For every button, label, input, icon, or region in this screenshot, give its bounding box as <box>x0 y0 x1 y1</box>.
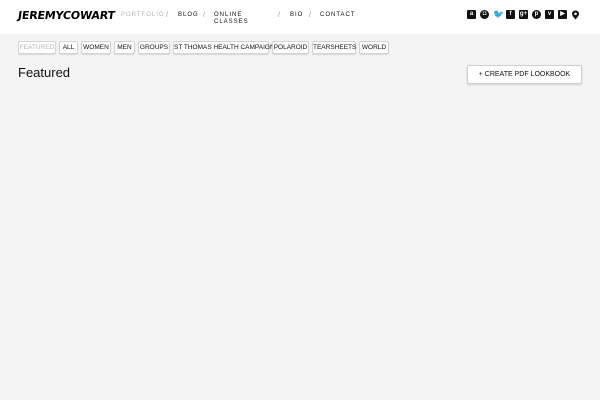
nav-separator: / <box>309 12 311 19</box>
nav-separator: / <box>203 12 205 19</box>
filter-tearsheets[interactable]: TEARSHEETS <box>312 41 356 54</box>
filter-women[interactable]: WOMEN <box>81 41 111 54</box>
filter-world[interactable]: WORLD <box>359 41 389 54</box>
filter-st-thomas-health-campaign[interactable]: ST THOMAS HEALTH CAMPAIGN <box>173 41 275 54</box>
twitter-icon[interactable]: 🐦 <box>493 10 504 19</box>
pinterest-icon[interactable]: p <box>532 10 541 19</box>
filter-men[interactable]: MEN <box>114 41 135 54</box>
youtube-icon[interactable]: ▶ <box>558 10 567 19</box>
nav-portfolio[interactable]: PORTFOLIO <box>121 12 165 19</box>
filter-all[interactable]: ALL <box>59 41 78 54</box>
google-plus-icon[interactable]: g+ <box>519 10 528 19</box>
filter-groups[interactable]: GROUPS <box>138 41 170 54</box>
site-header: JEREMYCOWART PORTFOLIO / BLOG / ONLINE C… <box>0 0 600 34</box>
site-logo[interactable]: JEREMYCOWART <box>17 9 116 22</box>
nav-contact[interactable]: CONTACT <box>320 12 356 19</box>
amazon-icon[interactable]: a <box>467 10 476 19</box>
page-title: Featured <box>18 65 71 80</box>
location-pin-icon[interactable] <box>571 10 580 20</box>
nav-online-classes[interactable]: ONLINE CLASSES <box>214 12 254 26</box>
vimeo-icon[interactable]: v <box>545 10 554 19</box>
create-pdf-lookbook-button[interactable]: + CREATE PDF LOOKBOOK <box>467 65 582 84</box>
flickr-icon[interactable]: f <box>506 10 515 19</box>
location-pin-icon <box>572 10 579 20</box>
nav-separator: / <box>278 12 280 19</box>
gallery-area <box>0 92 600 400</box>
nav-separator: / <box>166 12 168 19</box>
nav-blog[interactable]: BLOG <box>178 12 199 19</box>
instagram-icon[interactable]: ◘ <box>480 10 489 19</box>
filter-polaroid[interactable]: POLAROID <box>272 41 309 54</box>
nav-bio[interactable]: BIO <box>290 12 303 19</box>
filter-featured[interactable]: FEATURED <box>18 41 56 54</box>
